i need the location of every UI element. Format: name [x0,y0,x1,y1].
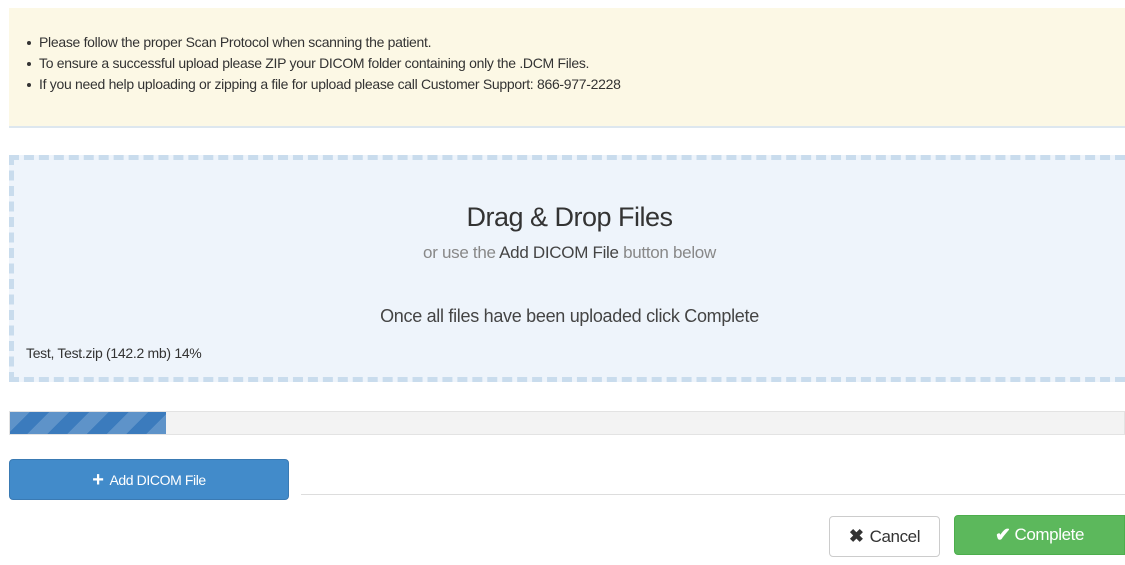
file-dropzone[interactable]: Drag & Drop Files or use the Add DICOM F… [9,155,1125,382]
complete-label: Complete [1014,525,1085,544]
instruction-item: If you need help uploading or zipping a … [27,74,1125,95]
dropzone-subtitle-suffix: button below [618,243,716,262]
complete-button[interactable]: ✔ Complete [954,515,1125,555]
dropzone-title: Drag & Drop Files [466,202,673,232]
progress-fill [10,412,166,434]
dropzone-subtitle: or use the Add DICOM File button below [14,243,1125,263]
cancel-label: Cancel [869,526,921,546]
instruction-item: Please follow the proper Scan Protocol w… [27,32,1125,53]
uploading-file-info: Test, Test.zip (142.2 mb) 14% [26,345,202,361]
dropzone-instruction: Once all files have been uploaded click … [380,306,759,326]
plus-icon: + [92,468,104,491]
dropzone-subtitle-emphasis: Add DICOM File [499,243,619,262]
dropzone-subtitle-prefix: or use the [423,243,500,262]
add-dicom-file-label: Add DICOM File [109,471,206,488]
divider [301,494,1125,495]
check-icon: ✔ [994,524,1011,546]
times-icon: ✖ [848,526,864,546]
add-dicom-file-button[interactable]: + Add DICOM File [9,459,289,500]
instruction-item: To ensure a successful upload please ZIP… [27,53,1125,74]
cancel-button[interactable]: ✖ Cancel [829,516,940,557]
instructions-notice: Please follow the proper Scan Protocol w… [9,8,1125,128]
instructions-list: Please follow the proper Scan Protocol w… [9,8,1125,95]
upload-progress-bar [9,411,1125,435]
